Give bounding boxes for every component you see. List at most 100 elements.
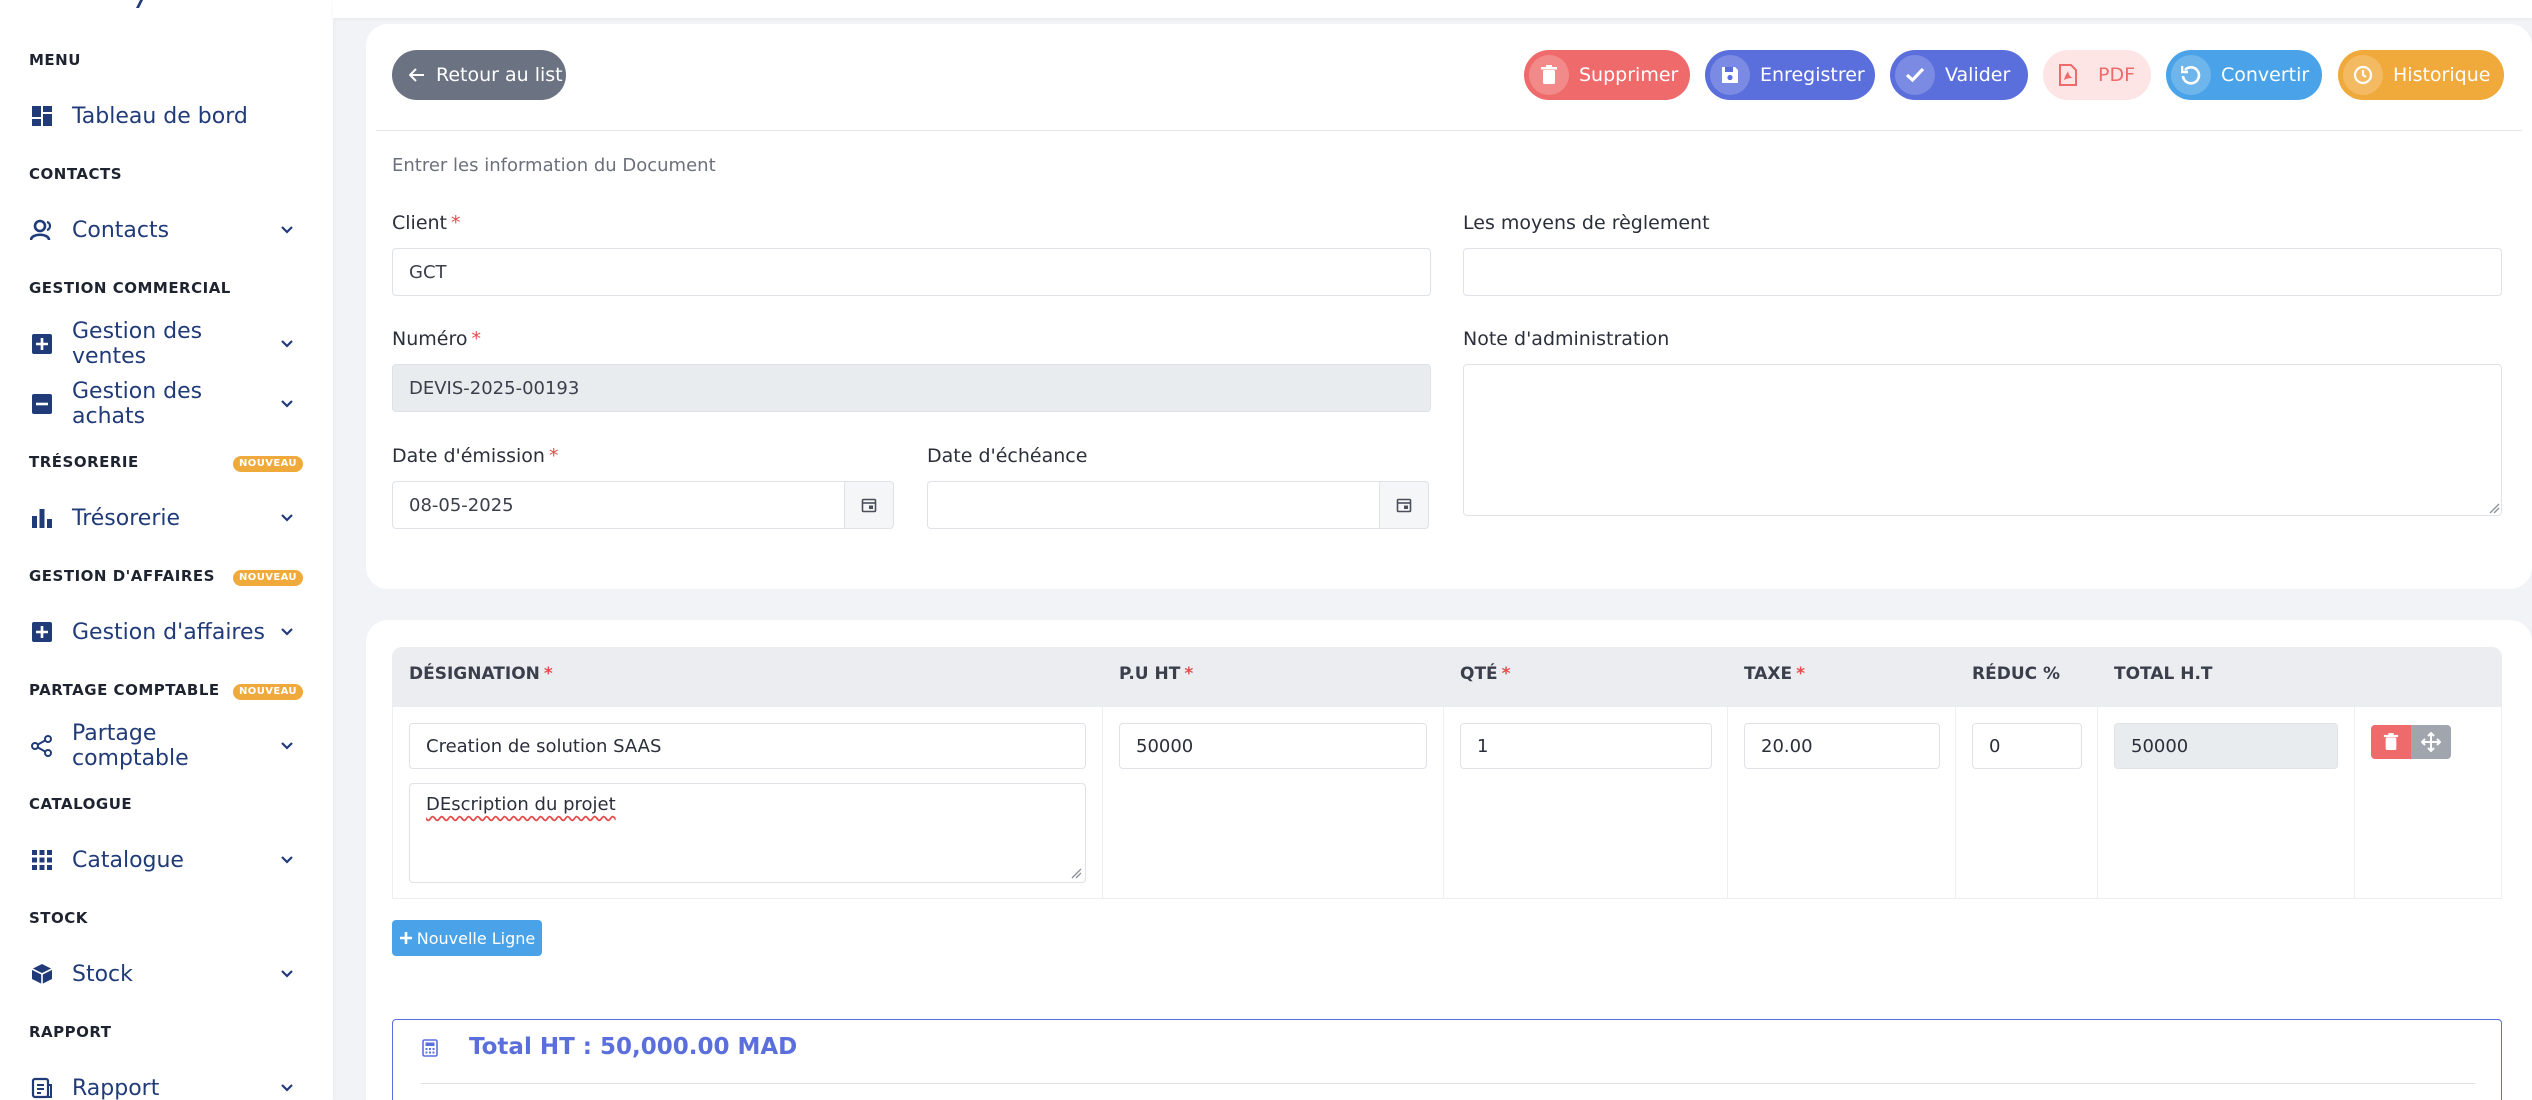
total-ht-text: Total HT : 50,000.00 MAD [469, 1034, 798, 1060]
column-header-text: DÉSIGNATION [409, 664, 540, 684]
sidebar-item-gestion-affaires[interactable]: Gestion d'affaires [29, 612, 301, 652]
trash-icon [1529, 55, 1569, 95]
minus-square-icon [29, 391, 55, 417]
sidebar-item-label: Gestion des achats [72, 379, 203, 429]
number-label: Numéro * [392, 328, 481, 350]
sidebar-item-label: Stock [72, 961, 133, 987]
sidebar-item-partage-comptable[interactable]: Partage comptable [29, 721, 301, 771]
convert-button[interactable]: Convertir [2166, 50, 2322, 100]
required-mark: * [543, 664, 553, 684]
column-divider [2354, 707, 2355, 899]
sidebar-item-gestion-des-achats[interactable]: Gestion des achats [29, 379, 301, 429]
sidebar-item-catalogue[interactable]: Catalogue [29, 840, 301, 880]
divider [376, 130, 2522, 131]
calendar-icon[interactable] [844, 481, 894, 529]
sidebar-item-contacts[interactable]: Contacts [29, 210, 301, 250]
sidebar-item-label: Contacts [72, 217, 170, 243]
chevron-down-icon [279, 336, 295, 352]
column-header-text: TAXE [1744, 664, 1793, 684]
tax-input[interactable]: 20.00 [1744, 723, 1940, 769]
required-mark: * [1796, 664, 1806, 684]
column-divider [1102, 707, 1103, 899]
sidebar-item-stock[interactable]: Stock [29, 954, 301, 994]
delete-button[interactable]: Supprimer [1524, 50, 1690, 100]
grid-icon [29, 847, 55, 873]
sidebar-item-rapport[interactable]: Rapport [29, 1068, 301, 1100]
required-mark: * [1501, 664, 1511, 684]
issue-date-label-text: Date d'émission [392, 445, 545, 467]
discount-input[interactable]: 0 [1972, 723, 2082, 769]
add-line-button[interactable]: Nouvelle Ligne [392, 920, 542, 956]
due-date-field[interactable] [927, 481, 1381, 529]
delete-label: Supprimer [1579, 64, 1679, 86]
logo-fragment-icon [136, 0, 143, 8]
column-divider [1443, 707, 1444, 899]
chevron-down-icon [279, 1080, 295, 1096]
new-badge: NOUVEAU [233, 684, 303, 700]
history-button[interactable]: Historique [2338, 50, 2504, 100]
history-label: Historique [2393, 64, 2491, 86]
sidebar-section-menu: MENU [29, 51, 81, 69]
resize-handle-icon[interactable] [1070, 867, 1082, 879]
sidebar-item-tresorerie[interactable]: Trésorerie [29, 498, 301, 538]
move-icon [2421, 732, 2441, 752]
drag-row-handle[interactable] [2411, 725, 2451, 759]
required-mark: * [548, 445, 559, 467]
bar-chart-icon [29, 505, 55, 531]
convert-label: Convertir [2221, 64, 2310, 86]
totals-box: Total HT : 50,000.00 MAD [392, 1019, 2502, 1100]
line-total-field[interactable]: 50000 [2114, 723, 2338, 769]
new-badge: NOUVEAU [233, 570, 303, 586]
column-header-total: TOTAL H.T [2114, 664, 2213, 684]
plus-square-icon [29, 331, 55, 357]
plus-square-icon [29, 619, 55, 645]
column-divider [1955, 707, 1956, 899]
validate-label: Valider [1945, 64, 2011, 86]
delete-row-button[interactable] [2371, 725, 2411, 759]
sidebar-item-label: Gestion d'affaires [72, 619, 265, 645]
chevron-down-icon [279, 852, 295, 868]
resize-handle-icon[interactable] [2488, 502, 2500, 514]
quantity-input[interactable]: 1 [1460, 723, 1712, 769]
column-divider [1727, 707, 1728, 899]
unit-price-input[interactable]: 50000 [1119, 723, 1427, 769]
column-header-unit-price: P.U HT * [1119, 664, 1193, 684]
trash-icon [2383, 733, 2399, 750]
save-button[interactable]: Enregistrer [1705, 50, 1875, 100]
column-header-tax: TAXE * [1744, 664, 1805, 684]
payment-methods-label: Les moyens de règlement [1463, 212, 1710, 234]
sidebar-section-gestion-commercial: GESTION COMMERCIAL [29, 279, 231, 297]
form-intro-text: Entrer les information du Document [392, 155, 716, 176]
column-header-quantity: QTÉ * [1460, 664, 1511, 684]
description-textarea[interactable]: DEscription du projet [409, 783, 1086, 883]
sidebar-item-label: Tableau de bord [72, 103, 248, 129]
column-header-text: QTÉ [1460, 664, 1498, 684]
sidebar-item-gestion-des-ventes[interactable]: Gestion des ventes [29, 319, 301, 369]
arrow-left-icon [404, 55, 430, 95]
sidebar-section-stock: STOCK [29, 909, 88, 927]
back-to-list-label: Retour au list [436, 64, 563, 86]
due-date-label: Date d'échéance [927, 445, 1088, 467]
sidebar-item-label: Rapport [72, 1075, 160, 1100]
calendar-icon[interactable] [1379, 481, 1429, 529]
back-to-list-button[interactable]: Retour au list [392, 50, 566, 100]
top-bar [333, 0, 2532, 18]
pdf-button[interactable]: PDF [2043, 50, 2151, 100]
designation-input[interactable]: Creation de solution SAAS [409, 723, 1086, 769]
check-icon [1895, 55, 1935, 95]
new-badge: NOUVEAU [233, 456, 303, 472]
sidebar-section-gestion-affaires: GESTION D'AFFAIRES [29, 567, 215, 585]
sidebar-item-tableau-de-bord[interactable]: Tableau de bord [29, 96, 301, 136]
column-header-designation: DÉSIGNATION * [409, 664, 553, 684]
column-divider [2097, 707, 2098, 899]
client-label: Client * [392, 212, 461, 234]
admin-note-textarea[interactable] [1463, 364, 2502, 516]
number-field[interactable]: DEVIS-2025-00193 [392, 364, 1431, 412]
client-field[interactable]: GCT [392, 248, 1431, 296]
report-icon [29, 1075, 55, 1100]
issue-date-field[interactable]: 08-05-2025 [392, 481, 846, 529]
payment-methods-field[interactable] [1463, 248, 2502, 296]
sidebar: MENU Tableau de bord CONTACTS Contacts G… [0, 0, 333, 1100]
sidebar-item-label: Gestion des ventes [72, 319, 203, 369]
validate-button[interactable]: Valider [1890, 50, 2028, 100]
